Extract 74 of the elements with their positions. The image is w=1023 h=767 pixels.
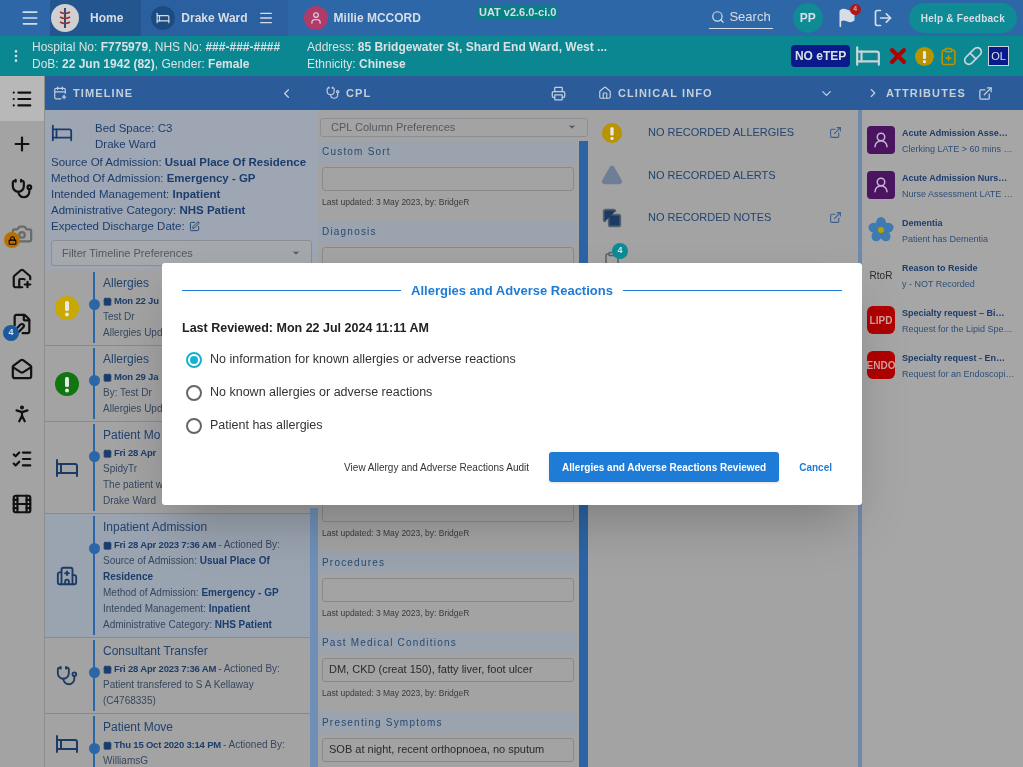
column-title: CPL: [346, 85, 372, 101]
entry-detail: Patient transfered to S A Kellaway (C4768335): [103, 678, 255, 708]
entry-detail: Administrative Category: NHS Patient: [103, 618, 272, 632]
section-heading: Past Medical Conditions: [322, 636, 457, 650]
entry-detail: By: Test Dr: [103, 386, 152, 400]
patient-detail: DoB: 22 Jun 1942 (82), Gender: Female: [32, 56, 251, 73]
column-title: TIMELINE: [73, 85, 134, 101]
info-label: NO RECORDED ALERTS: [648, 167, 776, 183]
attribute-subtitle: Clerking LATE > 60 mins …: [902, 143, 1013, 156]
entry-date: Mon 22 Ju: [114, 294, 159, 308]
entry-title: Patient Mo: [103, 427, 161, 444]
last-reviewed: Last Reviewed: Mon 22 Jul 2024 11:11 AM: [182, 319, 430, 337]
section-heading: Presenting Symptoms: [322, 716, 443, 730]
admission-detail: Intended Management: Inpatient: [51, 187, 222, 202]
attribute-subtitle: y - NOT Recorded: [902, 278, 976, 291]
attribute-title: Specialty request – Bi…: [902, 307, 1006, 320]
attribute-subtitle: Nurse Assessment LATE …: [902, 188, 1013, 201]
discharge-label: Expected Discharge Date:: [51, 219, 185, 234]
entry-detail: Allergies Upd: [103, 402, 163, 416]
admission-detail: Method Of Admission: Emergency - GP: [51, 171, 257, 186]
bed-detail: Bed Space: C3: [95, 121, 173, 136]
info-label: NO RECORDED ALLERGIES: [648, 125, 795, 141]
last-updated: Last updated: 3 May 2023, by: BridgeR: [321, 196, 471, 207]
entry-title: Patient Move: [103, 719, 174, 736]
attribute-subtitle: Request for the Lipid Spe…: [902, 323, 1013, 336]
patient-detail: Hospital No: F775979, NHS No: ###-###-####: [32, 39, 282, 56]
patient-detail: Address: 85 Bridgewater St, Shard End Ward, West ...: [307, 39, 608, 56]
entry-title: Consultant Transfer: [103, 643, 208, 660]
dialog-title: Allergies and Adverse Reactions: [411, 282, 613, 300]
attribute-title: Acute Admission Asse…: [902, 127, 1009, 140]
entry-title: Allergies: [103, 351, 150, 368]
entry-date: Fri 28 Apr 2023 7:36 AM: [114, 662, 217, 676]
entry-date: Thu 15 Oct 2020 3:14 PM: [114, 738, 222, 752]
last-updated: Last updated: 3 May 2023, by: BridgeR: [321, 527, 471, 538]
section-heading: Custom Sort: [322, 145, 391, 159]
entry-detail: SpidyTr: [103, 462, 138, 476]
entry-detail: Intended Management: Inpatient: [103, 602, 251, 616]
admission-detail: Source Of Admission: Usual Place Of Residence: [51, 155, 308, 170]
tag-badge: LIPD: [867, 306, 895, 334]
entry-detail: Test Dr: [103, 310, 135, 324]
attribute-subtitle: Patient has Dementia: [902, 233, 989, 246]
count-badge: 4: [3, 325, 19, 341]
environment-label: UAT v2.6.0-ci.0: [476, 5, 559, 19]
entry-date: Mon 29 Ja: [114, 370, 159, 384]
attribute-title: Acute Admission Nurs…: [902, 172, 1009, 185]
attribute-subtitle: Request for an Endoscopi…: [902, 368, 1015, 381]
entry-date: Fri 28 Apr: [114, 446, 157, 460]
last-updated: Last updated: 3 May 2023, by: BridgeR: [321, 687, 471, 698]
entry-detail: Drake Ward: [103, 494, 156, 508]
info-label: NO RECORDED NOTES: [648, 210, 772, 226]
entry-actioned: - Actioned By:: [218, 662, 280, 676]
section-heading: Procedures: [322, 556, 386, 570]
entry-title: Inpatient Admission: [103, 519, 208, 536]
entry-detail: WilliamsG: [103, 754, 148, 767]
column-title: ATTRIBUTES: [886, 85, 966, 101]
patient-detail: Ethnicity: Chinese: [307, 56, 407, 73]
entry-actioned: - Actioned By:: [218, 538, 280, 552]
section-heading: Diagnosis: [322, 225, 377, 239]
entry-detail: Allergies Upd: [103, 326, 163, 340]
attribute-title: Reason to Reside: [902, 262, 978, 275]
entry-title: Allergies: [103, 275, 150, 292]
column-title: CLINICAL INFO: [618, 85, 713, 101]
entry-detail: Source of Admission: Usual Place Of Residence: [103, 554, 271, 584]
admission-detail: Administrative Category: NHS Patient: [51, 203, 247, 218]
attribute-title: Dementia: [902, 217, 944, 230]
attribute-title: Specialty request - En…: [902, 352, 1007, 365]
entry-actioned: - Actioned By:: [223, 738, 285, 752]
last-updated: Last updated: 3 May 2023, by: BridgeR: [321, 607, 471, 618]
entry-detail: Method of Admission: Emergency - GP: [103, 586, 279, 600]
bed-detail: Drake Ward: [95, 137, 157, 152]
count-badge: 4: [612, 243, 628, 259]
tag-text: RtoR: [868, 268, 894, 283]
entry-date: Fri 28 Apr 2023 7:36 AM: [114, 538, 217, 552]
tag-badge: ENDO: [867, 351, 895, 379]
